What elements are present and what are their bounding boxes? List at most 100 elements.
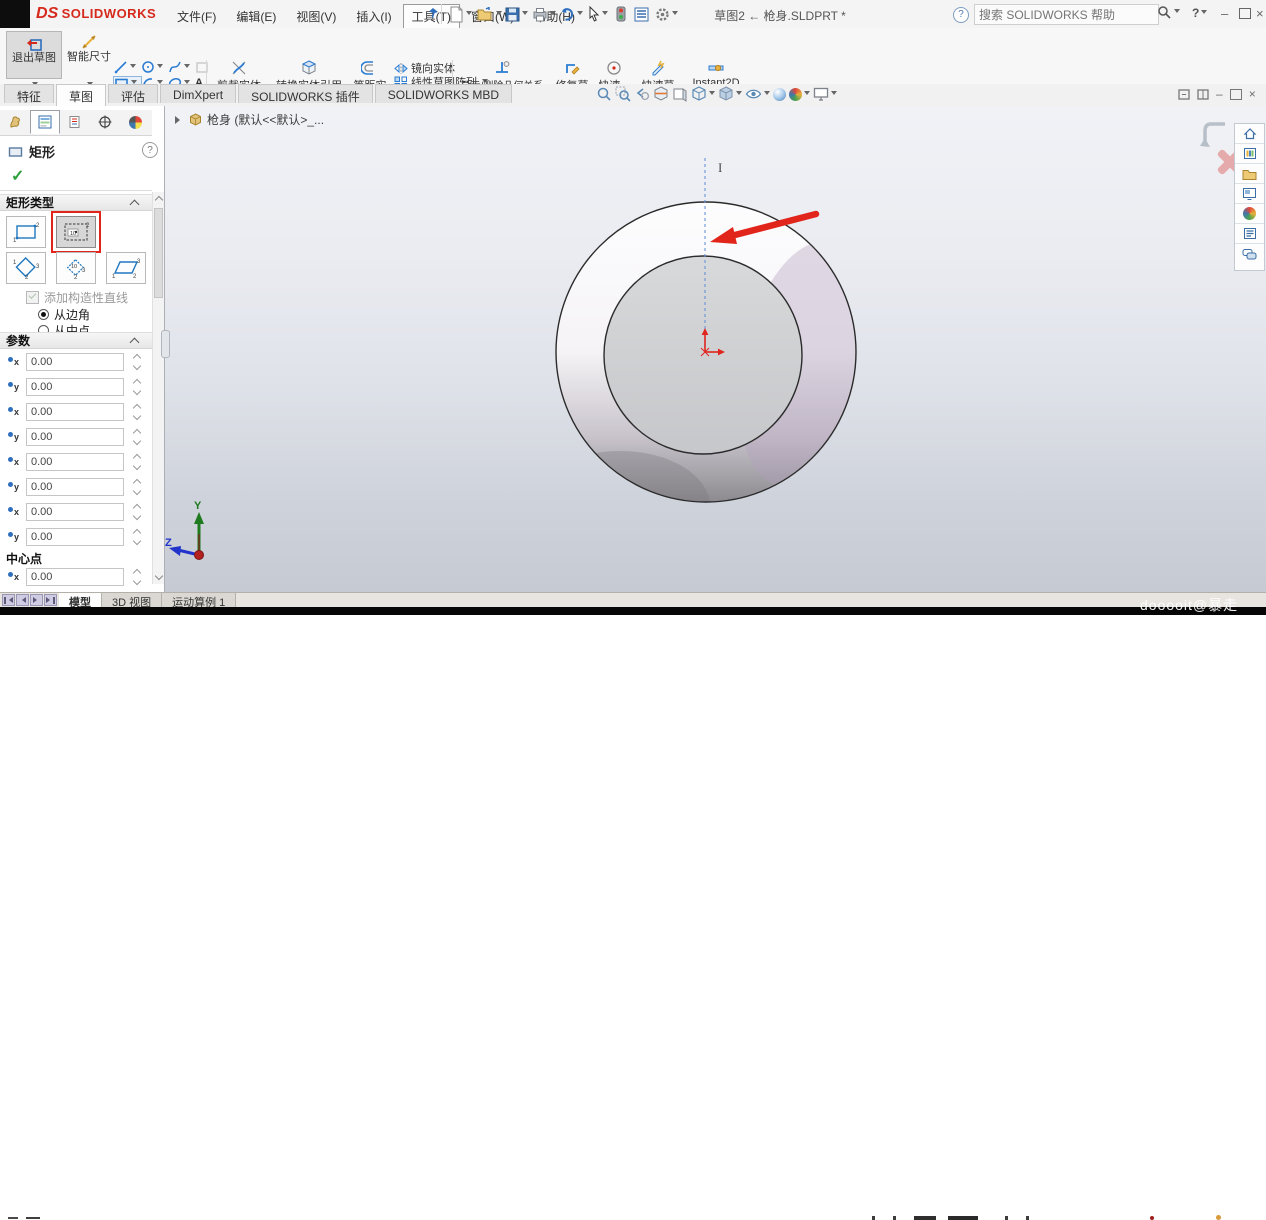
param-spinner[interactable] [130, 428, 144, 446]
flyout-feature-tree[interactable]: 枪身 (默认<<默认>_... [175, 111, 324, 128]
3d-drawing-view-button[interactable] [672, 86, 688, 102]
tab-model[interactable]: 模型 [59, 593, 102, 607]
pm-ok-check[interactable]: ✓ [11, 166, 24, 186]
scroll-up-arrow[interactable] [155, 196, 163, 204]
exit-sketch-button[interactable]: 退出草图 [6, 31, 62, 79]
previous-view-button[interactable] [634, 86, 650, 102]
tab-features[interactable]: 特征 [4, 84, 54, 103]
forum-button[interactable] [1235, 244, 1264, 264]
line-tool[interactable] [114, 60, 141, 74]
prev-tab-button[interactable] [16, 594, 29, 606]
view-settings-button[interactable] [813, 87, 837, 101]
scroll-thumb[interactable] [154, 208, 163, 298]
property-manager-tab[interactable] [30, 110, 60, 134]
tab-solidworks-mbd[interactable]: SOLIDWORKS MBD [375, 84, 512, 103]
doc-restore-button[interactable] [1230, 89, 1242, 100]
param-spinner[interactable] [130, 378, 144, 396]
param-input[interactable] [26, 428, 124, 446]
first-tab-button[interactable] [2, 594, 15, 606]
param-input[interactable] [26, 478, 124, 496]
file-explorer-button[interactable] [1235, 164, 1264, 184]
param-input[interactable] [26, 568, 124, 586]
minimize-button[interactable]: – [1221, 7, 1228, 20]
param-input[interactable] [26, 453, 124, 471]
param-spinner[interactable] [130, 403, 144, 421]
select-button[interactable] [587, 3, 608, 25]
from-corners-radio[interactable]: 从边角 [38, 306, 90, 323]
help-menu-button[interactable]: ? [1192, 6, 1207, 20]
param-input[interactable] [26, 528, 124, 546]
rebuild-button[interactable] [616, 3, 626, 25]
tab-evaluate[interactable]: 评估 [108, 84, 158, 103]
solidworks-resources-button[interactable] [1235, 124, 1264, 144]
apply-scene-button[interactable] [789, 88, 810, 101]
maximize-button[interactable] [1239, 8, 1251, 19]
circle-tool[interactable] [141, 60, 168, 74]
undo-button[interactable] [559, 3, 583, 25]
section-view-button[interactable] [653, 86, 669, 102]
three-point-center-rectangle-button[interactable]: 10 3 2 [56, 252, 96, 284]
menu-file[interactable]: 文件(F) [168, 4, 225, 29]
last-tab-button[interactable] [44, 594, 57, 606]
search-button[interactable] [1157, 5, 1180, 20]
view-orientation-button[interactable] [691, 86, 715, 102]
smart-dimension-button[interactable]: 智能尺寸 [66, 31, 112, 63]
tab-sketch[interactable]: 草图 [56, 84, 106, 106]
tile-window-icon[interactable] [1197, 89, 1209, 100]
param-input[interactable] [26, 403, 124, 421]
parameters-section-header[interactable]: 参数 [0, 332, 152, 349]
param-spinner[interactable] [130, 568, 144, 586]
param-input[interactable] [26, 378, 124, 396]
save-button[interactable] [505, 3, 528, 25]
param-spinner[interactable] [130, 503, 144, 521]
feature-manager-tab[interactable] [0, 110, 30, 134]
view-palette-button[interactable] [1235, 184, 1264, 204]
custom-properties-button[interactable] [1235, 224, 1264, 244]
rectangle-type-section-header[interactable]: 矩形类型 [0, 194, 152, 211]
edit-appearance-button[interactable] [773, 88, 786, 101]
three-point-corner-rectangle-button[interactable]: 1 2 3 [6, 252, 46, 284]
tree-expand-icon[interactable] [175, 116, 184, 124]
pm-help-icon[interactable]: ? [142, 142, 158, 158]
param-spinner[interactable] [130, 528, 144, 546]
design-library-button[interactable] [1235, 144, 1264, 164]
panel-splitter-handle[interactable] [161, 330, 170, 358]
pm-scrollbar[interactable] [152, 192, 164, 584]
search-input[interactable] [974, 4, 1159, 25]
scroll-down-arrow[interactable] [155, 572, 163, 580]
print-button[interactable] [532, 3, 556, 25]
display-manager-tab[interactable] [120, 110, 150, 134]
appearances-scenes-button[interactable] [1235, 204, 1264, 224]
param-spinner[interactable] [130, 453, 144, 471]
new-window-icon[interactable] [1178, 89, 1190, 100]
dimxpert-manager-tab[interactable] [90, 110, 120, 134]
menu-edit[interactable]: 编辑(E) [227, 4, 285, 29]
param-spinner[interactable] [130, 353, 144, 371]
param-input[interactable] [26, 503, 124, 521]
zoom-to-area-button[interactable] [615, 86, 631, 102]
collapse-chevron-icon[interactable] [130, 200, 140, 210]
graphics-viewport[interactable]: 枪身 (默认<<默认>_... I [165, 106, 1266, 592]
menu-insert[interactable]: 插入(I) [347, 4, 400, 29]
open-doc-button[interactable] [477, 3, 502, 25]
close-button[interactable]: × [1256, 7, 1264, 20]
doc-minimize-button[interactable]: – [1216, 87, 1223, 101]
doc-close-button[interactable]: × [1249, 87, 1256, 101]
configuration-manager-tab[interactable] [60, 110, 90, 134]
menu-view[interactable]: 视图(V) [287, 4, 345, 29]
display-style-button[interactable] [718, 86, 742, 102]
spline-tool[interactable] [168, 60, 195, 74]
tab-solidworks-addins[interactable]: SOLIDWORKS 插件 [238, 84, 373, 103]
param-spinner[interactable] [130, 478, 144, 496]
tab-motion-study[interactable]: 运动算例 1 [162, 593, 236, 607]
new-doc-button[interactable] [449, 3, 472, 25]
next-tab-button[interactable] [30, 594, 43, 606]
corner-rectangle-button[interactable]: 1 2 [6, 216, 46, 248]
param-input[interactable] [26, 353, 124, 371]
parallelogram-button[interactable]: 1 2 3 [106, 252, 146, 284]
hide-show-items-button[interactable] [745, 87, 770, 101]
tab-3d-views[interactable]: 3D 视图 [102, 593, 162, 607]
zoom-to-fit-button[interactable] [596, 86, 612, 102]
tab-dimxpert[interactable]: DimXpert [160, 84, 236, 103]
pin-icon[interactable] [427, 7, 439, 21]
